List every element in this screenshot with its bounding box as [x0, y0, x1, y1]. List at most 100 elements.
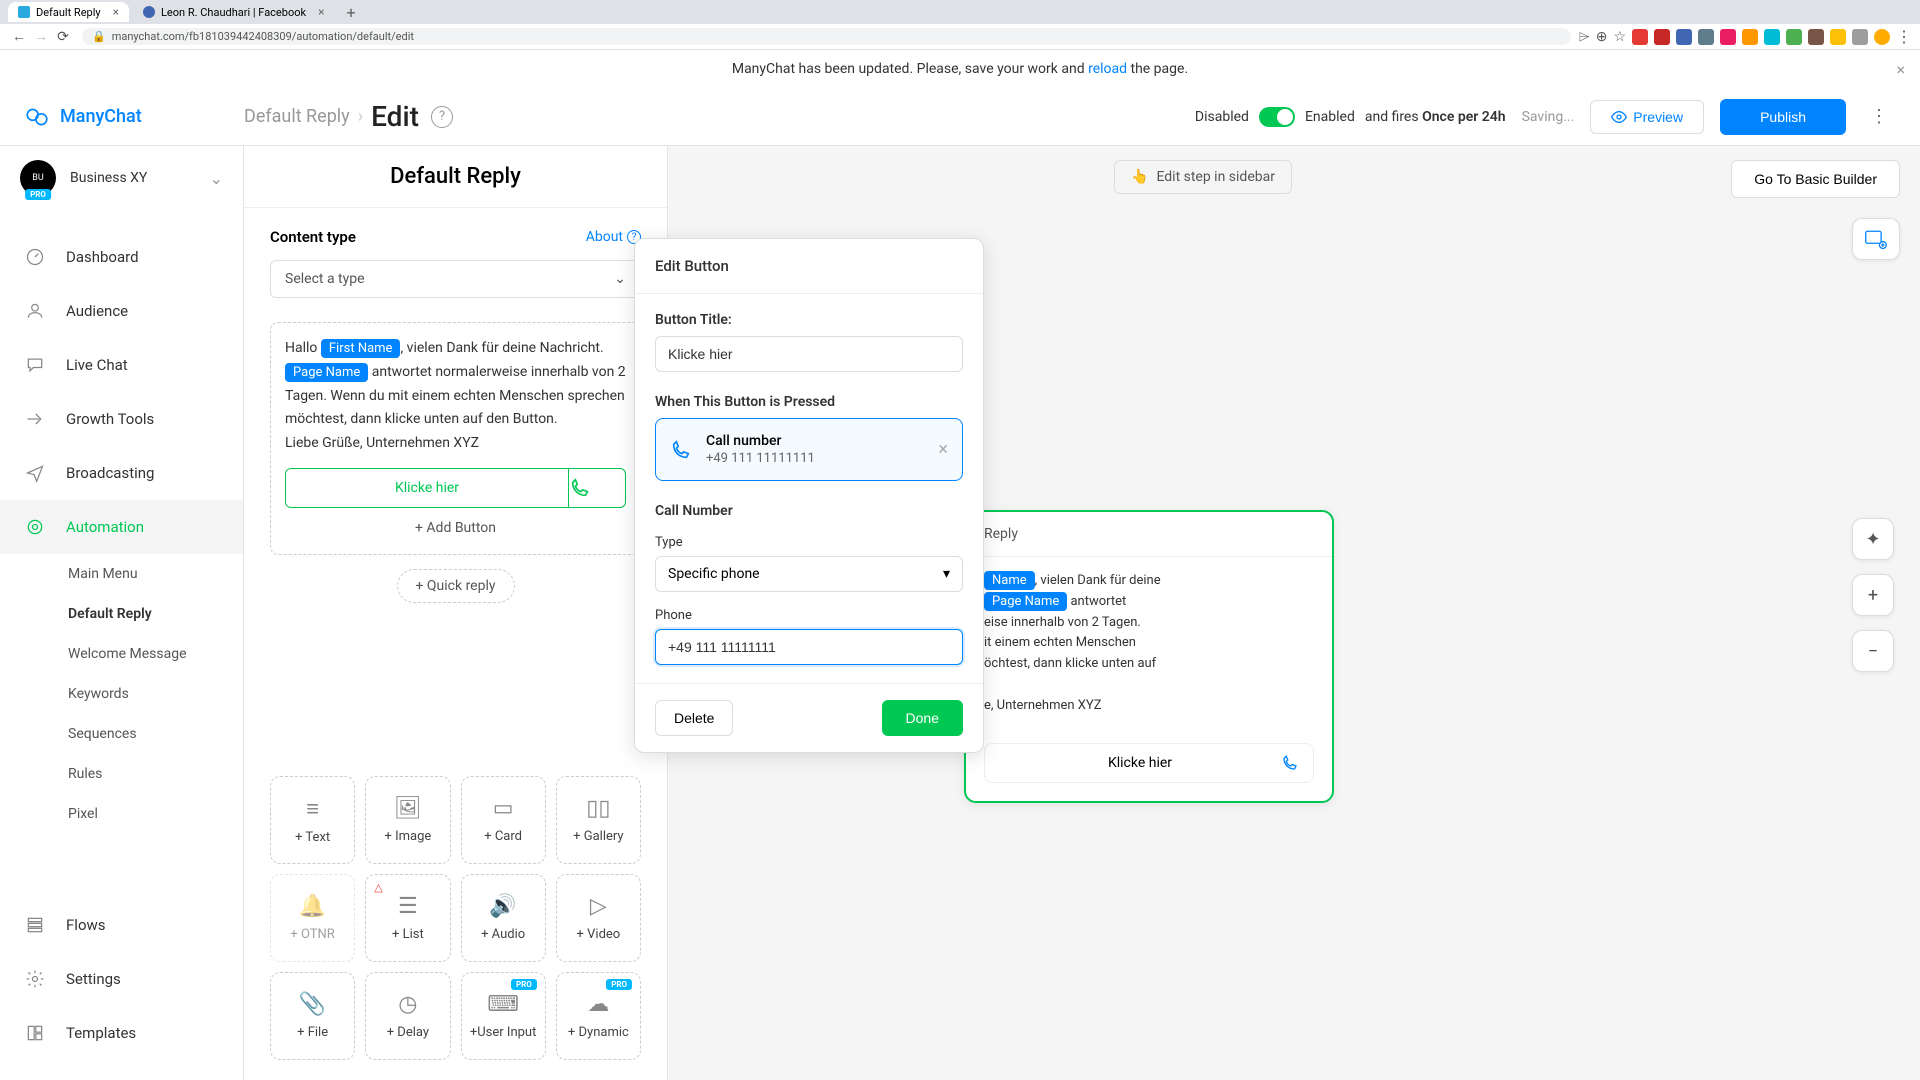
block-user-input[interactable]: PRO⌨+User Input: [461, 972, 546, 1060]
extension-icon[interactable]: [1676, 29, 1692, 45]
tab-default-reply[interactable]: Default Reply ×: [8, 2, 129, 22]
sidebar-item-templates[interactable]: Templates: [0, 1006, 243, 1060]
extension-icon[interactable]: [1808, 29, 1824, 45]
about-link[interactable]: About ?: [586, 229, 641, 245]
extension-icon[interactable]: [1654, 29, 1670, 45]
breadcrumb-item[interactable]: Default Reply: [244, 106, 350, 127]
new-tab-button[interactable]: +: [346, 3, 355, 22]
close-icon[interactable]: ×: [113, 5, 119, 19]
zoom-out-button[interactable]: −: [1852, 630, 1894, 672]
extension-icon[interactable]: [1852, 29, 1868, 45]
block-video[interactable]: ▷+ Video: [556, 874, 641, 962]
sidebar-item-audience[interactable]: Audience: [0, 284, 243, 338]
extension-icon[interactable]: [1786, 29, 1802, 45]
back-button[interactable]: ←: [8, 28, 30, 45]
extension-icon[interactable]: [1764, 29, 1780, 45]
fires-frequency[interactable]: Once per 24h: [1422, 109, 1506, 125]
fit-view-button[interactable]: ✦: [1852, 518, 1894, 560]
lock-icon: 🔒: [92, 30, 106, 43]
extension-icon[interactable]: [1830, 29, 1846, 45]
sidebar-item-live-chat[interactable]: Live Chat: [0, 338, 243, 392]
sidebar-sub-rules[interactable]: Rules: [0, 754, 243, 794]
sidebar-sub-pixel[interactable]: Pixel: [0, 794, 243, 834]
edit-step-pill[interactable]: 👆 Edit step in sidebar: [1114, 160, 1292, 194]
more-menu-icon[interactable]: ⋮: [1862, 106, 1896, 127]
zoom-icon[interactable]: ⊕: [1596, 29, 1608, 45]
block-file[interactable]: 📎+ File: [270, 972, 355, 1060]
sidebar-sub-main-menu[interactable]: Main Menu: [0, 554, 243, 594]
sidebar-sub-welcome[interactable]: Welcome Message: [0, 634, 243, 674]
phone-type-select[interactable]: Specific phone ▾: [655, 556, 963, 592]
phone-input[interactable]: [655, 629, 963, 665]
sidebar-sub-keywords[interactable]: Keywords: [0, 674, 243, 714]
star-icon[interactable]: ☆: [1613, 29, 1626, 45]
button-title-input[interactable]: [655, 336, 963, 372]
edit-button-popover: Edit Button Button Title: When This Butt…: [634, 238, 984, 753]
fires-prefix: and fires: [1365, 109, 1422, 125]
org-selector[interactable]: PRO Business XY ⌄: [0, 146, 243, 210]
zoom-in-button[interactable]: +: [1852, 574, 1894, 616]
banner-close-icon[interactable]: ×: [1896, 60, 1905, 79]
logo[interactable]: ManyChat: [24, 104, 244, 130]
caret-down-icon: ▾: [943, 566, 950, 582]
block-card[interactable]: ▭+ Card: [461, 776, 546, 864]
extension-icon[interactable]: [1698, 29, 1714, 45]
sidebar-item-flows[interactable]: Flows: [0, 898, 243, 952]
extension-icon[interactable]: [1720, 29, 1736, 45]
sidebar-item-broadcasting[interactable]: Broadcasting: [0, 446, 243, 500]
enable-toggle[interactable]: [1259, 107, 1295, 127]
chrome-menu-icon[interactable]: ⋮: [1896, 27, 1912, 46]
message-text[interactable]: Hallo First Name, vielen Dank für deine …: [285, 337, 626, 456]
org-avatar: PRO: [20, 160, 56, 196]
list-icon: ☰: [398, 894, 418, 919]
gear-icon: [24, 968, 46, 990]
sidebar-item-growth[interactable]: Growth Tools: [0, 392, 243, 446]
canvas-reply-node[interactable]: Reply Name, vielen Dank für deine Page N…: [964, 510, 1334, 803]
remove-action-icon[interactable]: ×: [938, 439, 948, 460]
sidebar-sub-default-reply[interactable]: Default Reply: [0, 594, 243, 634]
add-button[interactable]: + Add Button: [285, 508, 626, 540]
add-step-button[interactable]: [1852, 218, 1900, 260]
block-gallery[interactable]: ▯▯+ Gallery: [556, 776, 641, 864]
block-delay[interactable]: ◷+ Delay: [365, 972, 450, 1060]
block-dynamic[interactable]: PRO☁+ Dynamic: [556, 972, 641, 1060]
publish-button[interactable]: Publish: [1720, 99, 1846, 135]
node-button[interactable]: Klicke hier: [984, 743, 1314, 783]
url-bar[interactable]: 🔒 manychat.com/fb181039442408309/automat…: [82, 28, 1571, 45]
quick-reply-row: + Quick reply: [270, 575, 641, 594]
variable-first-name[interactable]: First Name: [321, 339, 401, 358]
message-button[interactable]: Klicke hier: [285, 468, 626, 508]
help-icon[interactable]: ?: [431, 106, 453, 128]
arrow-icon: [24, 408, 46, 430]
block-otnr[interactable]: 🔔+ OTNR: [270, 874, 355, 962]
extension-icon[interactable]: [1742, 29, 1758, 45]
content-type-select[interactable]: Select a type ⌄: [270, 260, 641, 298]
address-bar-row: ← → ⟳ 🔒 manychat.com/fb181039442408309/a…: [0, 24, 1920, 50]
translate-icon[interactable]: ⌲: [1579, 29, 1590, 45]
action-call-number[interactable]: Call number +49 111 11111111 ×: [655, 418, 963, 481]
add-quick-reply[interactable]: + Quick reply: [397, 569, 515, 603]
sidebar-item-dashboard[interactable]: Dashboard: [0, 230, 243, 284]
extension-icon[interactable]: [1632, 29, 1648, 45]
delete-button[interactable]: Delete: [655, 700, 733, 736]
block-text[interactable]: ≡+ Text: [270, 776, 355, 864]
variable-page-name[interactable]: Page Name: [285, 363, 368, 382]
forward-button[interactable]: →: [30, 28, 52, 45]
sidebar-item-automation[interactable]: Automation: [0, 500, 243, 554]
message-card[interactable]: Hallo First Name, vielen Dank für deine …: [270, 322, 641, 555]
done-button[interactable]: Done: [882, 700, 963, 736]
reload-link[interactable]: reload: [1088, 61, 1127, 77]
tab-facebook[interactable]: Leon R. Chaudhari | Facebook ×: [133, 2, 334, 22]
reload-button[interactable]: ⟳: [52, 29, 74, 45]
block-list[interactable]: △☰+ List: [365, 874, 450, 962]
sidebar-item-settings[interactable]: Settings: [0, 952, 243, 1006]
block-image[interactable]: 🖼+ Image: [365, 776, 450, 864]
sidebar-sub-sequences[interactable]: Sequences: [0, 714, 243, 754]
go-basic-builder-button[interactable]: Go To Basic Builder: [1731, 160, 1900, 198]
block-audio[interactable]: 🔊+ Audio: [461, 874, 546, 962]
avatar-icon[interactable]: [1874, 29, 1890, 45]
main-canvas[interactable]: Default Reply Content type About ? Selec…: [244, 146, 1920, 1080]
popover-footer: Delete Done: [635, 683, 983, 752]
preview-button[interactable]: Preview: [1590, 100, 1704, 134]
close-icon[interactable]: ×: [318, 5, 324, 19]
